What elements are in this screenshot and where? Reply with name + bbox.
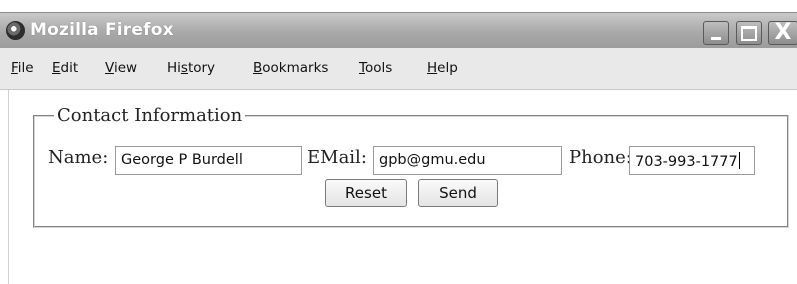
name-field[interactable]: George P Burdell [115, 146, 302, 175]
send-button[interactable]: Send [418, 179, 498, 207]
phone-field-value: 703-993-1777 [635, 154, 738, 170]
page-content: Contact Information Name: George P Burde… [8, 90, 797, 284]
menu-file[interactable]: File [11, 60, 34, 76]
menu-bar: File Edit View History Bookmarks Tools H… [0, 48, 797, 90]
text-caret [738, 152, 740, 169]
reset-button[interactable]: Reset [325, 179, 407, 207]
name-label: Name: [48, 147, 109, 168]
close-button[interactable]: X [768, 21, 797, 45]
window-title: Mozilla Firefox [30, 20, 174, 40]
menu-tools[interactable]: Tools [359, 60, 392, 76]
menu-view[interactable]: View [105, 60, 137, 76]
browser-window: Mozilla Firefox X File Edit View History… [0, 0, 797, 284]
email-label: EMail: [307, 147, 367, 168]
menu-help[interactable]: Help [427, 60, 458, 76]
contact-fieldset: Contact Information Name: George P Burde… [33, 105, 789, 228]
phone-field[interactable]: 703-993-1777 [629, 146, 755, 175]
fieldset-legend: Contact Information [57, 105, 243, 126]
maximize-button[interactable] [736, 21, 762, 45]
title-bar[interactable]: Mozilla Firefox X [0, 12, 797, 48]
menu-bookmarks[interactable]: Bookmarks [253, 60, 328, 76]
menu-history[interactable]: History [167, 60, 215, 76]
phone-label: Phone: [569, 147, 632, 168]
menu-edit[interactable]: Edit [52, 60, 78, 76]
close-icon: X [774, 20, 792, 45]
email-field[interactable]: gpb@gmu.edu [373, 146, 562, 175]
firefox-logo-icon [6, 21, 25, 40]
minimize-button[interactable] [703, 21, 729, 45]
